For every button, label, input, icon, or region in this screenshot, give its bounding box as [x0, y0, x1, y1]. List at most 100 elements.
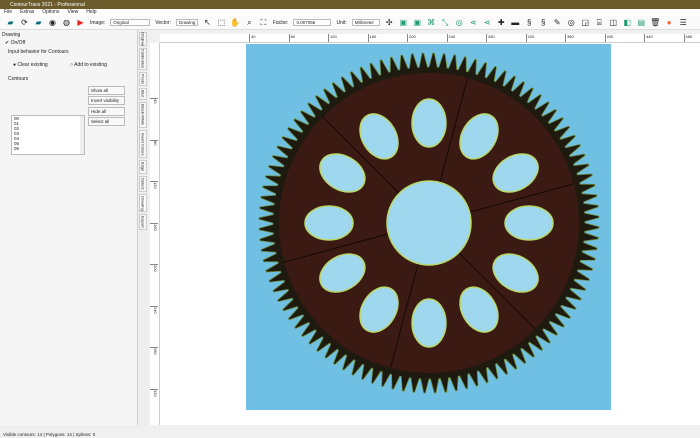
unit-label: Unit:: [336, 19, 347, 26]
menu-icon[interactable]: ☰: [679, 18, 688, 27]
tab-original[interactable]: Original: [139, 32, 147, 46]
ruler-left-label: 200: [150, 264, 158, 272]
vector-label: Vector:: [155, 19, 171, 26]
tab-posts[interactable]: Posts: [139, 72, 147, 86]
select-all-button[interactable]: Select all: [88, 117, 125, 126]
menu-bar: File Extras Options View Help: [0, 9, 700, 16]
nodes-icon[interactable]: ⌘: [427, 18, 436, 27]
spline2-icon[interactable]: §: [539, 18, 548, 27]
gear-hole: [411, 298, 447, 348]
youtube-icon[interactable]: ▶: [76, 18, 85, 27]
ruler-top-label: 320: [525, 34, 534, 42]
image-select[interactable]: Original: [110, 19, 151, 26]
ruler-left-label: 280: [150, 347, 158, 355]
ruler-top-label: 480: [683, 34, 692, 42]
select-all-icon[interactable]: ▣: [399, 18, 408, 27]
gear-hub-hole: [386, 180, 472, 266]
ruler-left-label: 240: [150, 305, 158, 313]
refresh-icon[interactable]: ⟳: [20, 18, 29, 27]
ruler-top-label: 80: [288, 34, 295, 42]
pen-icon[interactable]: ✎: [553, 18, 562, 27]
ruler-top-label: 280: [486, 34, 495, 42]
show-all-button[interactable]: Show all: [88, 86, 125, 95]
panel-title: Drawing: [2, 32, 21, 38]
ruler-top-label: 40: [249, 34, 255, 42]
link-icon[interactable]: ⤡: [441, 18, 450, 27]
tab-detect[interactable]: Detect: [139, 176, 147, 192]
hide-all-button[interactable]: Hide all: [88, 107, 125, 116]
mirror-icon[interactable]: ◫: [609, 18, 618, 27]
crosshair-icon[interactable]: ✣: [385, 18, 394, 27]
tab-drawing[interactable]: Drawing: [139, 194, 147, 212]
gear-hole: [304, 205, 354, 241]
save-icon[interactable]: ▤: [637, 18, 646, 27]
input-behavior-label: Input behavior for Contours: [8, 49, 69, 55]
contours-list[interactable]: 00 01 02 03 04 05 06: [11, 115, 85, 155]
invert-visibility-button[interactable]: Invert visibility: [88, 96, 125, 105]
ruler-left-label: 120: [150, 181, 158, 189]
trash-icon[interactable]: 🗑: [650, 18, 660, 27]
menu-view[interactable]: View: [67, 9, 78, 16]
chart-icon[interactable]: ◲: [581, 18, 590, 27]
select-inverse-icon[interactable]: ▣: [413, 18, 422, 27]
menu-file[interactable]: File: [4, 9, 12, 16]
minus-icon[interactable]: ▬: [511, 18, 520, 27]
hand-icon[interactable]: ✋: [230, 18, 240, 27]
select-region-icon[interactable]: ⬚: [217, 18, 226, 27]
ruler-top-label: 240: [446, 34, 455, 42]
ruler-top-label: 400: [604, 34, 613, 42]
on-off-checkbox[interactable]: ✔ On/Off: [5, 40, 25, 46]
vertical-tabs: Original Calibration Posts Blur Black-White I…: [138, 30, 148, 425]
eye-icon[interactable]: ◎: [455, 18, 464, 27]
ruler-left-label: 80: [150, 139, 158, 145]
globe-icon[interactable]: ◍: [62, 18, 71, 27]
gear-image: [246, 44, 611, 410]
list-item[interactable]: 06: [14, 146, 84, 151]
gear-hole: [504, 205, 554, 241]
ruler-left: 4080120160200240280320360: [150, 43, 160, 438]
menu-extras[interactable]: Extras: [20, 9, 34, 16]
clear-existing-radio[interactable]: ● Clear existing: [13, 62, 48, 68]
menu-help[interactable]: Help: [86, 9, 96, 16]
checkbox-label: On/Off: [10, 40, 26, 46]
unit-select[interactable]: Millimeter: [351, 19, 380, 26]
ruler-top-label: 360: [565, 34, 574, 42]
folder-icon[interactable]: ▰: [34, 18, 43, 27]
spline-icon[interactable]: §: [525, 18, 534, 27]
tab-edge[interactable]: Edge: [139, 160, 147, 174]
zoom-icon[interactable]: ⌕: [245, 18, 254, 27]
align-icon[interactable]: ⌸: [595, 18, 604, 27]
plus-icon[interactable]: ✚: [497, 18, 506, 27]
add-existing-label: Add to existing: [74, 62, 107, 68]
tab-invert-colors[interactable]: Invert Colors: [139, 130, 147, 158]
vector-select[interactable]: Drawing: [175, 19, 198, 26]
fit-icon[interactable]: ⛶: [259, 18, 268, 27]
target-icon[interactable]: ◎: [567, 18, 576, 27]
ruler-top-label: 440: [644, 34, 653, 42]
ruler-top-label: 160: [367, 34, 376, 42]
image-canvas[interactable]: [160, 43, 700, 425]
tab-blur[interactable]: Blur: [139, 88, 147, 100]
ring-icon[interactable]: ◉: [48, 18, 57, 27]
export-icon[interactable]: ◧: [623, 18, 632, 27]
list-scrollbar[interactable]: [80, 116, 84, 154]
open-icon[interactable]: ▰: [6, 18, 15, 27]
factor-input[interactable]: 0.007066: [293, 19, 332, 26]
ruler-top-label: 200: [407, 34, 416, 42]
contours-label: Contours: [8, 76, 29, 82]
toolbar: ▰ ⟳ ▰ ◉ ◍ ▶ Image: Original Vector: Draw…: [0, 16, 700, 30]
menu-options[interactable]: Options: [42, 9, 59, 16]
ruler-top: 4080120160200240280320360400440480520: [160, 34, 700, 43]
share2-icon[interactable]: ⋖: [483, 18, 492, 27]
add-existing-radio[interactable]: ○ Add to existing: [70, 62, 107, 68]
tab-calibration[interactable]: Calibration: [139, 48, 147, 70]
tab-export[interactable]: Export: [139, 214, 147, 230]
color-icon[interactable]: ●: [665, 18, 674, 27]
ruler-left-label: 320: [150, 388, 158, 396]
pointer-icon[interactable]: ↖: [203, 18, 212, 27]
share-icon[interactable]: ⋖: [469, 18, 478, 27]
window-title: ContourTrace 2021 - Professional: [10, 2, 85, 8]
drawing-panel: Drawing ✔ On/Off Input behavior for Cont…: [0, 30, 138, 425]
clear-existing-label: Clear existing: [17, 62, 48, 68]
tab-black-white[interactable]: Black-White: [139, 102, 147, 128]
